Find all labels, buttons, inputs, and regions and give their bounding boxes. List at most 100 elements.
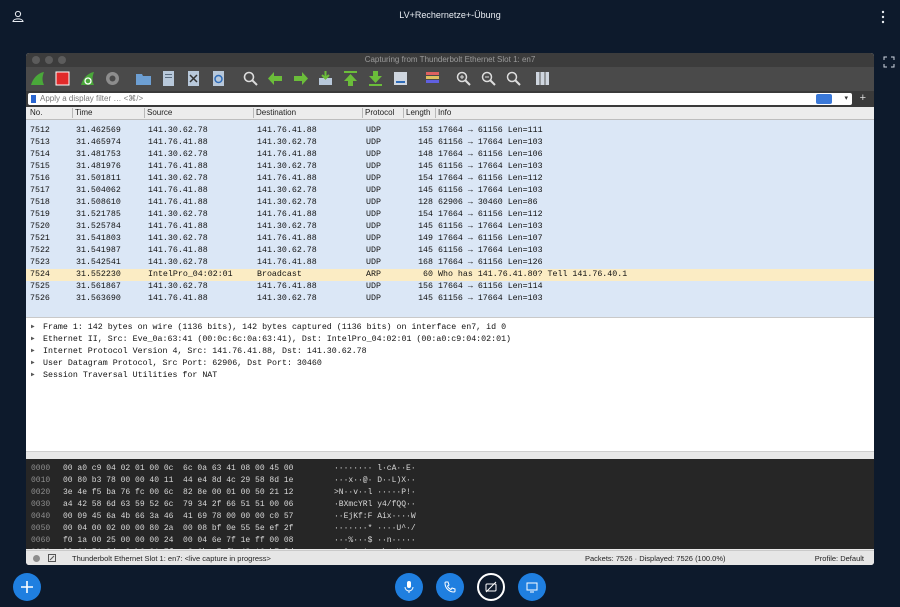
bookmark-icon[interactable] [31, 95, 36, 103]
goto-packet-icon[interactable] [317, 70, 334, 87]
packet-cell-proto: UDP [366, 162, 381, 171]
packet-row[interactable]: 7515 31.481976 141.76.41.88 141.30.62.78 UDP… [26, 161, 874, 173]
packet-cell-proto: UDP [366, 246, 381, 255]
packet-cell-no: 7522 [30, 246, 50, 255]
packet-cell-no: 7525 [30, 282, 50, 291]
detail-text: Ethernet II, Src: Eve_0a:63:41 (00:0c:6c… [43, 335, 512, 344]
gear-options-icon[interactable] [104, 70, 121, 87]
detail-tree-item[interactable]: ▶ Ethernet II, Src: Eve_0a:63:41 (00:0c:6… [26, 334, 874, 346]
more-options-icon[interactable] [880, 10, 886, 24]
packet-row[interactable]: 7519 31.521785 141.30.62.78 141.76.41.88 UDP… [26, 209, 874, 221]
hex-asc: ·BXmcYRl y4/fQQ·· [334, 500, 416, 509]
expert-info-icon[interactable] [33, 555, 40, 562]
packet-cell-time: 31.525784 [76, 222, 121, 231]
last-packet-icon[interactable] [367, 70, 384, 87]
expand-arrow-icon[interactable]: ▶ [31, 347, 35, 354]
detail-tree-item[interactable]: ▶ Frame 1: 142 bytes on wire (1136 bits),… [26, 322, 874, 334]
zoom-normal-icon[interactable] [505, 70, 522, 87]
close-file-icon[interactable] [185, 70, 202, 87]
packet-row[interactable]: 7524 31.552230 IntelPro_04:02:01 Broadcast A… [26, 269, 874, 281]
chevron-down-icon[interactable]: ▾ [844, 94, 848, 102]
hex-row[interactable]: 0070 00 14 51 0d a3 b6 31 7f e3 6b c7 fb … [26, 547, 874, 549]
fullscreen-icon[interactable] [883, 56, 895, 68]
packet-cell-no: 7516 [30, 174, 50, 183]
profile-label[interactable]: Profile: Default [815, 554, 864, 563]
packet-cell-time: 31.552230 [76, 270, 121, 279]
colorize-icon[interactable] [424, 70, 441, 87]
zoom-in-icon[interactable] [455, 70, 472, 87]
expand-arrow-icon[interactable]: ▶ [31, 335, 35, 342]
first-packet-icon[interactable] [342, 70, 359, 87]
microphone-icon [404, 581, 414, 593]
autoscroll-icon[interactable] [392, 70, 409, 87]
packet-cell-time: 31.541987 [76, 246, 121, 255]
column-source[interactable]: Source [147, 108, 172, 117]
packet-row[interactable]: 7512 31.462569 141.30.62.78 141.76.41.88 UDP… [26, 125, 874, 137]
hex-off: 0010 [31, 476, 51, 485]
main-toolbar [26, 67, 874, 91]
packet-row[interactable]: 7522 31.541987 141.76.41.88 141.30.62.78 UDP… [26, 245, 874, 257]
hex-row[interactable]: 0060 f0 1a 00 25 00 00 00 24 00 04 6e 7f … [26, 535, 874, 547]
expand-arrow-icon[interactable]: ▶ [31, 371, 35, 378]
packet-cell-src: 141.76.41.88 [148, 222, 208, 231]
column-time[interactable]: Time [75, 108, 92, 117]
zoom-out-icon[interactable] [480, 70, 497, 87]
add-button[interactable] [13, 573, 41, 601]
hex-off: 0070 [31, 548, 50, 549]
packet-cell-len: 145 [418, 186, 433, 195]
screen-share-button[interactable] [518, 573, 546, 601]
detail-tree-item[interactable]: ▶ Internet Protocol Version 4, Src: 141.7… [26, 346, 874, 358]
packet-cell-dst: 141.30.62.78 [257, 294, 317, 303]
column-protocol[interactable]: Protocol [365, 108, 394, 117]
reload-icon[interactable] [210, 70, 227, 87]
expand-arrow-icon[interactable]: ▶ [31, 359, 35, 366]
call-button[interactable] [436, 573, 464, 601]
search-icon[interactable] [242, 70, 259, 87]
add-filter-button[interactable]: + [860, 92, 866, 104]
detail-tree-item[interactable]: ▶ Session Traversal Utilities for NAT [26, 370, 874, 382]
packet-row[interactable]: 7520 31.525784 141.76.41.88 141.30.62.78 UDP… [26, 221, 874, 233]
column-info[interactable]: Info [438, 108, 451, 117]
hex-row[interactable]: 0040 00 09 45 6a 4b 66 3a 46 41 69 78 00 … [26, 511, 874, 523]
packet-bytes: 0000 00 a0 c9 04 02 01 00 0c 6c 0a 63 41 … [26, 459, 874, 549]
packet-row[interactable]: 7525 31.561867 141.30.62.78 141.76.41.88 UDP… [26, 281, 874, 293]
packet-cell-info: 61156 → 17664 Len=103 [438, 246, 543, 255]
folder-open-icon[interactable] [135, 70, 152, 87]
packet-row[interactable]: 7516 31.501811 141.30.62.78 141.76.41.88 UDP… [26, 173, 874, 185]
hex-row[interactable]: 0000 00 a0 c9 04 02 01 00 0c 6c 0a 63 41 … [26, 463, 874, 475]
packet-cell-time: 31.508610 [76, 198, 121, 207]
expand-arrow-icon[interactable]: ▶ [31, 323, 35, 330]
packet-row[interactable]: 7514 31.481753 141.30.62.78 141.76.41.88 UDP… [26, 149, 874, 161]
column-length[interactable]: Length [406, 108, 430, 117]
hex-row[interactable]: 0050 00 04 00 02 00 00 80 2a 00 08 bf 0e … [26, 523, 874, 535]
file-save-icon[interactable] [160, 70, 177, 87]
hex-row[interactable]: 0010 00 80 b3 78 00 00 40 11 44 e4 8d 4c … [26, 475, 874, 487]
detail-tree-item[interactable]: ▶ User Datagram Protocol, Src Port: 62906… [26, 358, 874, 370]
packet-cell-len: 149 [418, 234, 433, 243]
shark-fin-restart-icon[interactable] [79, 70, 96, 87]
filter-bar: Apply a display filter … <⌘/> ▾ + [26, 91, 874, 107]
hex-row[interactable]: 0020 3e 4e f5 ba 76 fc 00 6c 82 8e 00 01 … [26, 487, 874, 499]
column-destination[interactable]: Destination [256, 108, 296, 117]
packet-row[interactable]: 7523 31.542541 141.30.62.78 141.76.41.88 UDP… [26, 257, 874, 269]
camera-off-button[interactable] [477, 573, 505, 601]
arrow-left-icon[interactable] [267, 70, 284, 87]
packet-row[interactable]: 7518 31.508610 141.76.41.88 141.30.62.78 UDP… [26, 197, 874, 209]
packet-row[interactable]: 7521 31.541803 141.30.62.78 141.76.41.88 UDP… [26, 233, 874, 245]
packet-cell-time: 31.465974 [76, 138, 121, 147]
hex-row[interactable]: 0030 a4 42 58 6d 63 59 52 6c 79 34 2f 66 … [26, 499, 874, 511]
apply-filter-button[interactable] [816, 94, 832, 104]
arrow-right-icon[interactable] [292, 70, 309, 87]
edit-comment-icon[interactable] [48, 554, 56, 562]
stop-square-icon[interactable] [54, 70, 71, 87]
hex-asc: ···%···$ ··n····· [334, 536, 416, 545]
column-no[interactable]: No. [30, 108, 42, 117]
packet-row[interactable]: 7526 31.563690 141.76.41.88 141.30.62.78 UDP… [26, 293, 874, 305]
packet-cell-no: 7520 [30, 222, 50, 231]
display-filter-input[interactable]: Apply a display filter … <⌘/> ▾ [28, 93, 852, 105]
packet-row[interactable]: 7517 31.504062 141.76.41.88 141.30.62.78 UDP… [26, 185, 874, 197]
shark-fin-start-icon[interactable] [29, 70, 46, 87]
microphone-button[interactable] [395, 573, 423, 601]
resize-columns-icon[interactable] [534, 70, 551, 87]
packet-row[interactable]: 7513 31.465974 141.76.41.88 141.30.62.78 UDP… [26, 137, 874, 149]
